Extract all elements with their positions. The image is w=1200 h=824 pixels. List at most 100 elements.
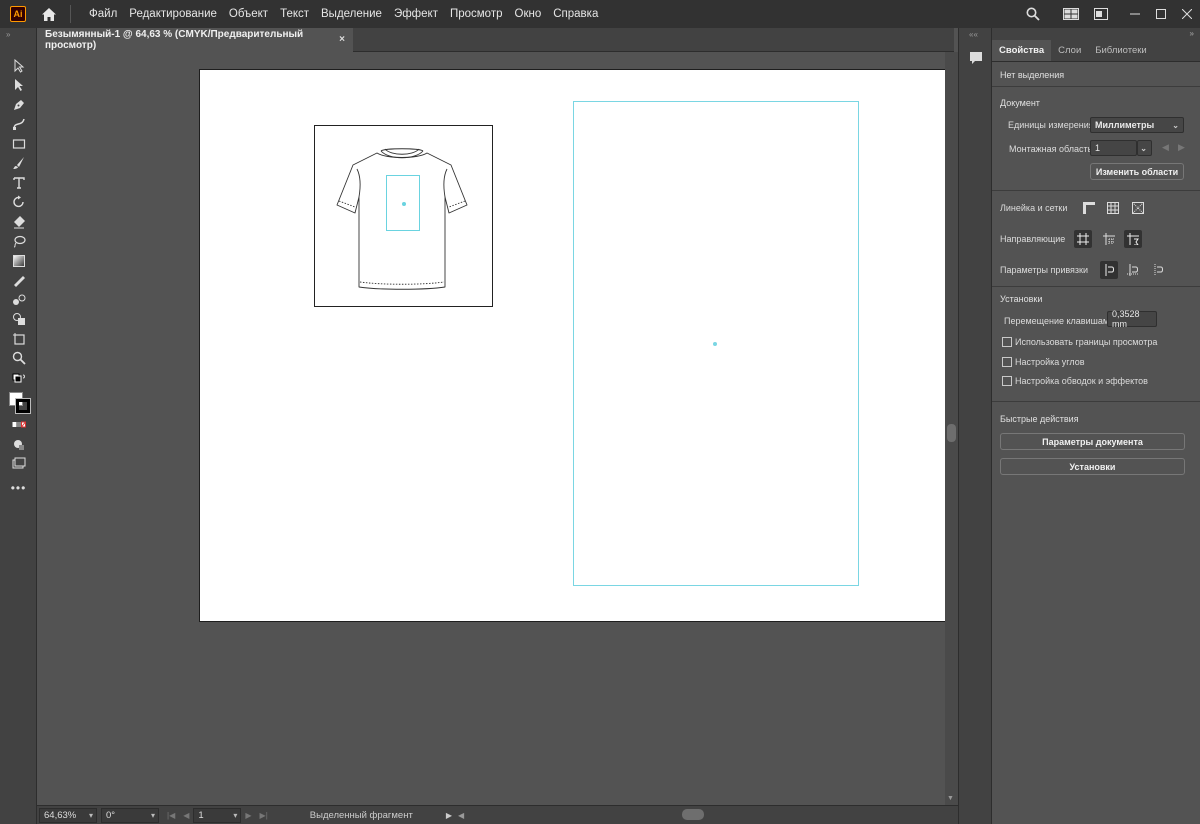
artboard-dropdown[interactable]: ⌄ xyxy=(1137,140,1152,156)
direct-selection-tool-icon[interactable] xyxy=(0,76,37,96)
status-menu-icon[interactable]: ▶ xyxy=(446,811,452,820)
eraser-tool-icon[interactable] xyxy=(0,212,37,232)
close-window-icon[interactable] xyxy=(1174,0,1200,28)
rectangle-tool-icon[interactable] xyxy=(0,134,37,154)
rotation-select[interactable]: 0° ▾ xyxy=(101,807,159,823)
snap-options-label: Параметры привязки xyxy=(1000,265,1089,275)
menu-view[interactable]: Просмотр xyxy=(444,0,509,28)
panel-collapse-icon[interactable]: » xyxy=(0,28,36,40)
grid-icon[interactable] xyxy=(1104,199,1122,217)
keyboard-increment-value: 0,3528 mm xyxy=(1112,309,1140,329)
tab-libraries[interactable]: Библиотеки xyxy=(1088,40,1153,61)
more-tools-icon[interactable]: ••• xyxy=(0,478,37,498)
checkbox[interactable] xyxy=(1002,357,1012,367)
vertical-scrollbar[interactable]: ▼ xyxy=(945,52,958,805)
preferences-button[interactable]: Установки xyxy=(1000,458,1185,475)
zoom-value: 64,63% xyxy=(44,809,77,821)
menu-edit[interactable]: Редактирование xyxy=(123,0,223,28)
maximize-icon[interactable] xyxy=(1148,0,1174,28)
menu-window[interactable]: Окно xyxy=(509,0,548,28)
blend-tool-icon[interactable] xyxy=(0,290,37,310)
tshirt-image-frame[interactable] xyxy=(314,125,493,307)
tab-layers[interactable]: Слои xyxy=(1051,40,1088,61)
collapsed-panels-strip: «« xyxy=(958,28,992,824)
previous-artboard-icon[interactable]: ◀ xyxy=(183,811,189,820)
eyedropper-tool-icon[interactable] xyxy=(0,271,37,291)
default-colors-icon[interactable] xyxy=(0,370,37,390)
color-mode-icon[interactable] xyxy=(0,416,37,436)
document-tab-title: Безымянный-1 @ 64,63 % (CMYK/Предварител… xyxy=(45,29,304,51)
menu-effect[interactable]: Эффект xyxy=(388,0,444,28)
type-tool-icon[interactable] xyxy=(0,173,37,193)
panel-expand-icon[interactable]: «« xyxy=(959,28,991,39)
rotate-tool-icon[interactable] xyxy=(0,193,37,213)
smart-guides-icon[interactable] xyxy=(1100,230,1118,248)
status-bar: 64,63% ▾ 0° ▾ |◀ ◀ 1 ▾ ▶ ▶| Выделенный ф… xyxy=(37,805,958,824)
previous-artboard-icon[interactable]: ◀ xyxy=(1162,142,1169,153)
menu-file[interactable]: Файл xyxy=(83,0,123,28)
minimize-icon[interactable] xyxy=(1122,0,1148,28)
guides-icon[interactable] xyxy=(1074,230,1092,248)
lasso-tool-icon[interactable] xyxy=(0,232,37,252)
next-artboard-icon[interactable]: ▶ xyxy=(1178,142,1185,153)
draw-mode-icon[interactable] xyxy=(0,435,37,455)
snap-to-pixel-icon[interactable] xyxy=(1124,261,1142,279)
checkbox[interactable] xyxy=(1002,376,1012,386)
transparency-grid-icon[interactable] xyxy=(1129,199,1147,217)
horizontal-scroll-thumb[interactable] xyxy=(682,809,704,820)
close-tab-icon[interactable]: × xyxy=(339,34,345,45)
screen-mode-icon[interactable] xyxy=(0,455,37,475)
tab-properties[interactable]: Свойства xyxy=(992,40,1052,61)
next-artboard-icon[interactable]: ▶ xyxy=(245,811,251,820)
first-artboard-icon[interactable]: |◀ xyxy=(167,811,175,820)
lock-guides-icon[interactable] xyxy=(1124,230,1142,248)
artboard-input-value: 1 xyxy=(1095,143,1101,153)
pen-tool-icon[interactable] xyxy=(0,95,37,115)
edit-artboards-button[interactable]: Изменить области xyxy=(1090,163,1184,180)
arrange-documents-icon[interactable] xyxy=(1090,3,1112,25)
stroke-swatch[interactable] xyxy=(15,397,31,414)
brush-tool-icon[interactable] xyxy=(0,154,37,174)
zoom-select[interactable]: 64,63% ▾ xyxy=(39,807,97,823)
artboard-input[interactable]: 1 xyxy=(1090,140,1137,156)
workspace-layout-icon[interactable] xyxy=(1060,3,1082,25)
quick-actions-title: Быстрые действия xyxy=(1000,414,1079,424)
snap-to-point-icon[interactable] xyxy=(1100,261,1118,279)
menu-select[interactable]: Выделение xyxy=(315,0,388,28)
curvature-tool-icon[interactable] xyxy=(0,115,37,135)
artboard-number-select[interactable]: 1 ▾ xyxy=(193,807,242,823)
document-setup-button[interactable]: Параметры документа xyxy=(1000,433,1185,450)
use-preview-bounds-checkbox[interactable]: Использовать границы просмотра xyxy=(1002,337,1157,347)
menu-object[interactable]: Объект xyxy=(223,0,274,28)
scroll-left-icon[interactable]: ◀ xyxy=(458,811,464,820)
checkbox[interactable] xyxy=(1002,337,1012,347)
snap-to-glyph-icon[interactable] xyxy=(1149,261,1167,279)
fill-stroke-swatches[interactable] xyxy=(0,390,36,416)
menu-right-controls xyxy=(1018,0,1200,28)
home-icon[interactable] xyxy=(40,5,58,23)
menu-help[interactable]: Справка xyxy=(547,0,604,28)
shape-builder-tool-icon[interactable] xyxy=(0,310,37,330)
units-select[interactable]: Миллиметры ⌄ xyxy=(1090,117,1184,133)
canvas[interactable] xyxy=(37,52,945,805)
ruler-icon[interactable] xyxy=(1080,199,1098,217)
panel-collapse-icon[interactable]: » xyxy=(1190,29,1194,38)
comments-icon[interactable] xyxy=(968,50,984,66)
print-area-rect[interactable] xyxy=(386,175,420,231)
gradient-tool-icon[interactable] xyxy=(0,251,37,271)
scale-corners-checkbox[interactable]: Настройка углов xyxy=(1002,357,1085,367)
artboard[interactable] xyxy=(199,69,945,622)
keyboard-increment-input[interactable]: 0,3528 mm xyxy=(1107,309,1157,329)
vertical-scroll-thumb[interactable] xyxy=(947,424,956,442)
scale-strokes-checkbox[interactable]: Настройка обводок и эффектов xyxy=(1002,376,1148,386)
last-artboard-icon[interactable]: ▶| xyxy=(260,811,268,820)
document-tab[interactable]: Безымянный-1 @ 64,63 % (CMYK/Предварител… xyxy=(37,28,353,52)
menu-type[interactable]: Текст xyxy=(274,0,315,28)
selection-tool-icon[interactable] xyxy=(0,56,37,76)
zoom-tool-icon[interactable] xyxy=(0,349,37,369)
scroll-down-icon[interactable]: ▼ xyxy=(947,795,954,802)
keyboard-increment-label: Перемещение клавишами: xyxy=(1004,316,1117,326)
artboard-tool-icon[interactable] xyxy=(0,329,37,349)
search-icon[interactable] xyxy=(1022,3,1044,25)
layout-guide-rect[interactable] xyxy=(573,101,859,586)
